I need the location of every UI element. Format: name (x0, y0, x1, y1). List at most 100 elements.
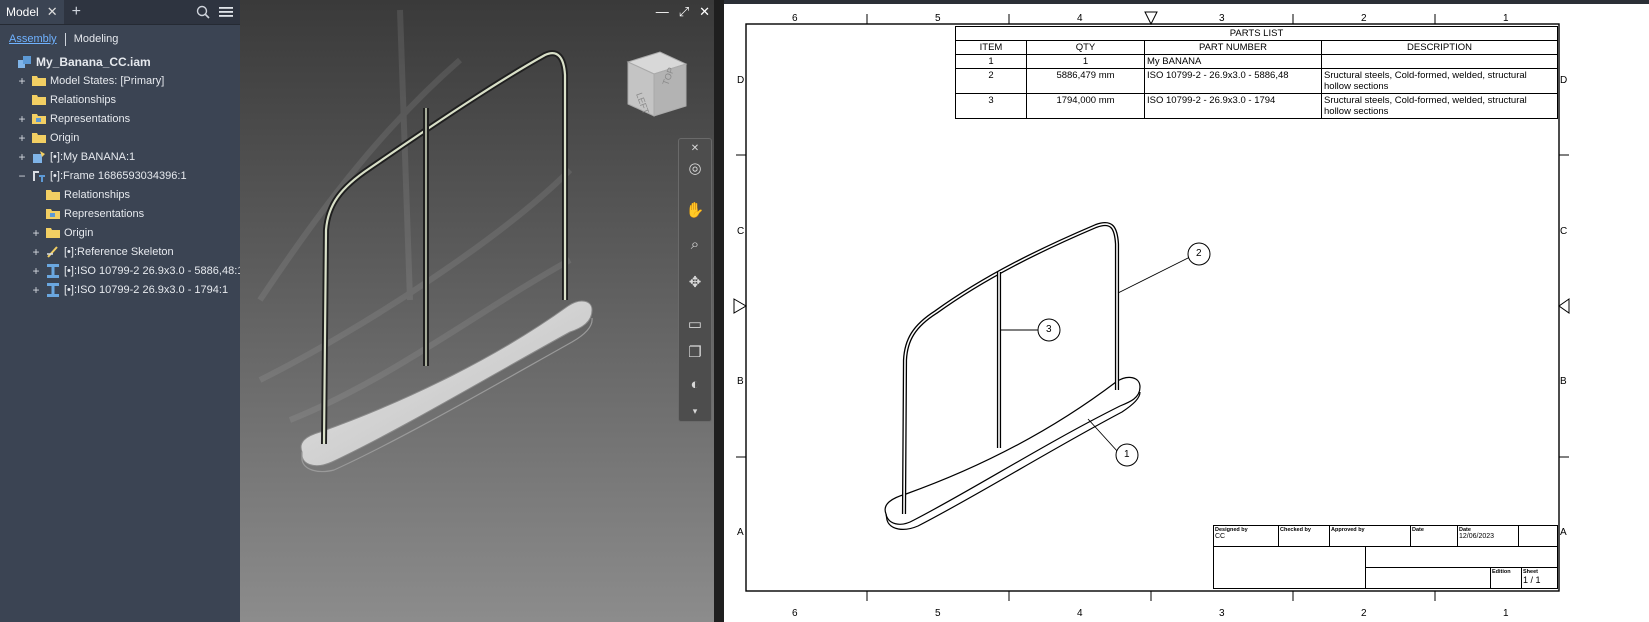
expand-icon[interactable]: + (30, 245, 42, 259)
expand-icon[interactable]: + (16, 131, 28, 145)
graphics-viewport[interactable]: — ⤢ ✕ LEFT TOP ✕ ◎ ✋ ⌕ ✥ ▭ ❐ ◐ ▾ (240, 0, 714, 622)
pan-icon[interactable]: ✋ (685, 201, 705, 221)
tree-item[interactable]: + Origin (0, 223, 93, 242)
close-icon[interactable]: ✕ (47, 4, 58, 20)
tree-item-label: [•]:My BANANA:1 (50, 150, 136, 163)
zone-bottom-5: 5 (935, 608, 941, 619)
column-header-description: DESCRIPTION (1321, 40, 1558, 55)
cell-description: Sructural steels, Cold-formed, welded, s… (1321, 93, 1558, 119)
expand-icon[interactable]: + (16, 112, 28, 126)
close-window-icon[interactable]: ✕ (699, 4, 710, 20)
checked-by-cell: Checked by (1278, 525, 1330, 547)
table-row: 1 1 My BANANA (955, 54, 1558, 69)
close-navbar-icon[interactable]: ✕ (685, 139, 705, 159)
zone-top-4: 4 (1077, 13, 1083, 24)
zone-top-2: 2 (1361, 13, 1367, 24)
tree-item[interactable]: − [•]:Frame 1686593034396:1 (0, 166, 187, 185)
title-cell (1365, 546, 1558, 568)
tree-item-label: [•]:ISO 10799-2 26.9x3.0 - 5886,48:1 (64, 264, 244, 277)
cell-part-number: ISO 10799-2 - 26.9x3.0 - 1794 (1144, 93, 1322, 119)
zone-top-3: 3 (1219, 13, 1225, 24)
maximize-icon[interactable]: ⤢ (679, 4, 689, 20)
cell-part-number: My BANANA (1144, 54, 1322, 69)
tree-item[interactable]: + [•]:ISO 10799-2 26.9x3.0 - 1794:1 (0, 280, 228, 299)
tree-item-label: Representations (50, 112, 131, 125)
orbit-icon[interactable]: ✥ (685, 273, 705, 293)
expand-icon[interactable]: + (30, 264, 42, 278)
column-header-qty: QTY (1026, 40, 1145, 55)
tree-item-label: [•]:ISO 10799-2 26.9x3.0 - 1794:1 (64, 283, 229, 296)
tree-item-label: [•]:Frame 1686593034396:1 (50, 169, 187, 182)
cell-item: 1 (955, 54, 1027, 69)
panel-divider[interactable] (714, 0, 724, 622)
tree-item[interactable]: + [•]:ISO 10799-2 26.9x3.0 - 5886,48:1 (0, 261, 243, 280)
tab-assembly[interactable]: Assembly (6, 32, 60, 46)
date2-cell: Date 12/06/2023 (1457, 525, 1519, 547)
search-icon[interactable] (196, 5, 210, 19)
tree-item[interactable]: My_Banana_CC.iam (0, 52, 151, 71)
title-block[interactable]: Designed by CC Checked by Approved by Da… (1213, 525, 1558, 589)
approved-by-cell: Approved by (1329, 525, 1411, 547)
display-mode-icon[interactable]: ◐ (685, 375, 705, 395)
cell-qty: 1794,000 mm (1026, 93, 1145, 119)
tree-item-label: Representations (64, 207, 145, 220)
expand-icon[interactable]: + (16, 150, 28, 164)
folder-icon (31, 74, 47, 87)
expand-icon[interactable]: + (30, 283, 42, 297)
cell-qty: 1 (1026, 54, 1145, 69)
minimize-icon[interactable]: — (656, 4, 669, 20)
tree-item[interactable]: + Origin (0, 128, 79, 147)
tree-item[interactable]: + [•]:Reference Skeleton (0, 242, 174, 261)
table-row: 3 1794,000 mm ISO 10799-2 - 26.9x3.0 - 1… (955, 93, 1558, 119)
designed-by-cell: Designed by CC (1213, 525, 1279, 547)
expand-icon[interactable]: + (16, 74, 28, 88)
tab-model[interactable]: Model ✕ (0, 0, 64, 24)
tree-item[interactable]: + [•]:My BANANA:1 (0, 147, 135, 166)
viewport-window-controls: — ⤢ ✕ (656, 4, 710, 20)
cell-description: Sructural steels, Cold-formed, welded, s… (1321, 68, 1558, 94)
zone-left-d: D (737, 75, 745, 86)
tab-modeling[interactable]: Modeling (71, 32, 122, 46)
tree-item[interactable]: Relationships (0, 90, 116, 109)
tree-item-label: [•]:Reference Skeleton (64, 245, 174, 258)
browser-tab-bar: Model ✕ + (0, 0, 240, 25)
viewcube-icon[interactable]: LEFT TOP (620, 50, 690, 122)
tree-item[interactable]: + Model States: [Primary] (0, 71, 164, 90)
drawing-sheet[interactable]: 6 5 4 3 2 1 6 5 4 3 2 1 D C B A D C B A … (724, 4, 1649, 622)
drawing-number-cell (1365, 567, 1491, 589)
look-at-icon[interactable]: ▭ (685, 315, 705, 335)
cell-item: 2 (955, 68, 1027, 94)
date-label: Date (1412, 527, 1424, 533)
model-browser: Model ✕ + Assembly Modeling My_Banana_CC… (0, 0, 243, 622)
tree-item[interactable]: Representations (0, 204, 144, 223)
parts-list-title: PARTS LIST (955, 26, 1558, 41)
tree-item-label: My_Banana_CC.iam (36, 54, 151, 69)
beam-icon (45, 282, 61, 298)
tree-item-label: Origin (64, 226, 94, 239)
parts-list-table[interactable]: PARTS LIST ITEM QTY PART NUMBER DESCRIPT… (955, 26, 1558, 119)
zone-bottom-3: 3 (1219, 608, 1225, 619)
tree-item[interactable]: + Representations (0, 109, 130, 128)
view-face-icon[interactable]: ❐ (685, 343, 705, 363)
zone-left-b: B (737, 376, 744, 387)
menu-icon[interactable] (218, 5, 234, 19)
beam-icon (45, 263, 61, 279)
zone-left-a: A (737, 527, 744, 538)
company-cell (1213, 546, 1366, 589)
zone-left-c: C (737, 226, 745, 237)
balloon-1-label: 1 (1124, 449, 1130, 460)
zone-top-1: 1 (1503, 13, 1509, 24)
representations-icon (31, 112, 47, 125)
tree-item[interactable]: Relationships (0, 185, 130, 204)
column-header-part-number: PART NUMBER (1144, 40, 1322, 55)
steering-wheel-icon[interactable]: ◎ (685, 159, 705, 179)
approved-by-label: Approved by (1331, 527, 1365, 533)
zoom-icon[interactable]: ⌕ (685, 235, 705, 255)
zone-bottom-4: 4 (1077, 608, 1083, 619)
collapse-icon[interactable]: − (16, 169, 28, 183)
expand-icon[interactable]: + (30, 226, 42, 240)
customize-icon[interactable]: ▾ (685, 401, 705, 421)
column-header-item: ITEM (955, 40, 1027, 55)
sheet-value: 1 / 1 (1523, 575, 1541, 585)
add-tab-icon[interactable]: + (64, 3, 89, 21)
